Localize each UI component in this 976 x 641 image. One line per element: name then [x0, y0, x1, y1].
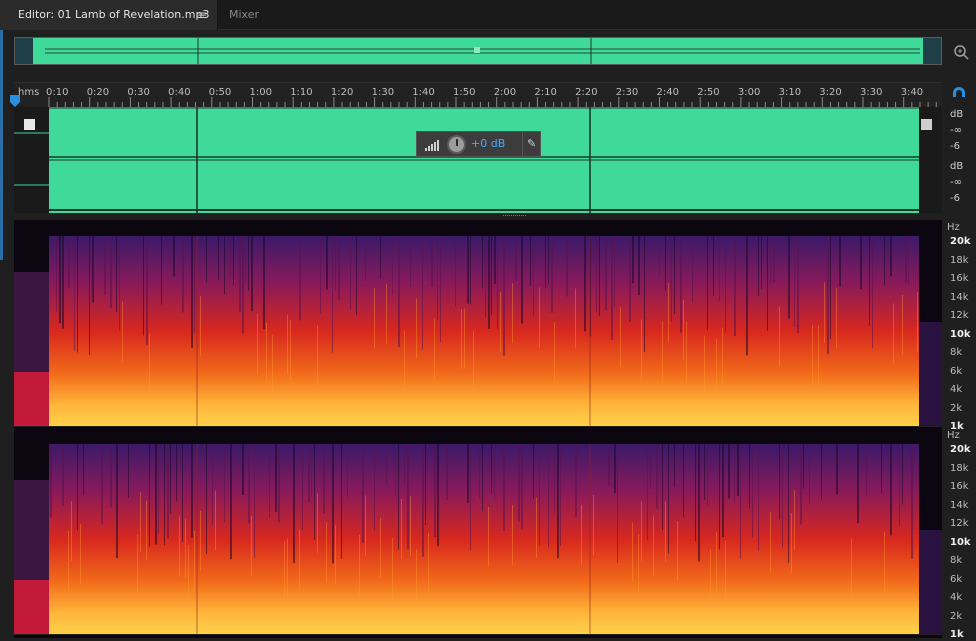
- spectral-frequency-display[interactable]: [14, 220, 942, 638]
- hz-label: 14k: [950, 499, 969, 511]
- snap-magnet-icon[interactable]: [950, 85, 968, 103]
- spectrogram-channel-1: [14, 222, 942, 427]
- audio-editor-window: Editor: 01 Lamb of Revelation.mp3 ≡ Mixe…: [0, 0, 976, 641]
- hz-label: 8k: [950, 347, 963, 358]
- playhead-marker-icon[interactable]: [10, 95, 20, 107]
- hz-label: 4k: [950, 384, 963, 395]
- volume-hud[interactable]: +0 dB ✎: [416, 131, 541, 157]
- db-label-ch2-inf: -∞: [950, 177, 962, 188]
- hz-label: 16k: [950, 481, 969, 492]
- db-label-ch1-inf: -∞: [950, 125, 962, 136]
- hz-unit-label: Hz: [947, 222, 960, 233]
- zoom-navigator-icon[interactable]: [951, 42, 971, 62]
- hz-label: 4k: [950, 592, 963, 603]
- hz-label: 14k: [950, 291, 969, 303]
- volume-knob[interactable]: [447, 135, 466, 154]
- hz-label: 20k: [950, 444, 971, 455]
- ruler-tick-marks: [48, 97, 937, 107]
- hz-label: 18k: [950, 462, 969, 474]
- hz-label: 6k: [950, 365, 963, 377]
- hud-divider: [522, 132, 523, 156]
- hz-unit-label: Hz: [947, 430, 960, 441]
- hz-label: 8k: [950, 555, 963, 566]
- level-bars-icon: [425, 140, 439, 151]
- panel-accent-bar: [0, 30, 3, 260]
- tab-mixer-label: Mixer: [229, 8, 260, 21]
- overview-waveform: [45, 38, 920, 64]
- tab-editor-label: Editor: 01 Lamb of Revelation.mp3: [18, 8, 210, 21]
- overview-left-handle[interactable]: [15, 38, 33, 64]
- hz-label: 2k: [950, 610, 963, 622]
- hz-label: 6k: [950, 573, 963, 585]
- tab-mixer[interactable]: Mixer: [219, 0, 283, 30]
- hz-label: 18k: [950, 254, 969, 266]
- pin-icon[interactable]: ✎: [527, 137, 536, 150]
- db-label-ch1-unit: dB: [950, 109, 964, 120]
- waveform-display[interactable]: dB -∞ -6 dB -∞ -6: [14, 107, 963, 213]
- hz-label: 12k: [950, 310, 969, 321]
- hamburger-icon[interactable]: ≡: [197, 0, 207, 30]
- spectrogram-channel-2: [14, 430, 942, 635]
- time-ruler[interactable]: hms 0:10 0:20 0:30 0:40 0:50 1:00 1:10 1:20 1:30…: [14, 82, 942, 107]
- volume-gain-value[interactable]: +0 dB: [471, 137, 505, 150]
- waveform-detail: [14, 107, 932, 213]
- db-label-ch2-unit: dB: [950, 161, 964, 172]
- tab-bar: Editor: 01 Lamb of Revelation.mp3 ≡ Mixe…: [0, 0, 976, 30]
- hz-label: 1k: [950, 629, 964, 640]
- hz-label: 2k: [950, 402, 963, 414]
- db-label-ch2-minus6: -6: [950, 193, 960, 204]
- hz-label: 20k: [950, 236, 971, 247]
- hz-label: 16k: [950, 273, 969, 284]
- hz-label: 10k: [950, 328, 971, 340]
- overview-navigator[interactable]: [14, 37, 942, 65]
- panel-resize-grip[interactable]: [503, 214, 527, 217]
- overview-right-handle[interactable]: [923, 38, 941, 64]
- tab-editor[interactable]: Editor: 01 Lamb of Revelation.mp3 ≡: [0, 0, 218, 30]
- hz-label: 12k: [950, 518, 969, 529]
- hz-label: 10k: [950, 536, 971, 548]
- db-label-ch1-minus6: -6: [950, 141, 960, 152]
